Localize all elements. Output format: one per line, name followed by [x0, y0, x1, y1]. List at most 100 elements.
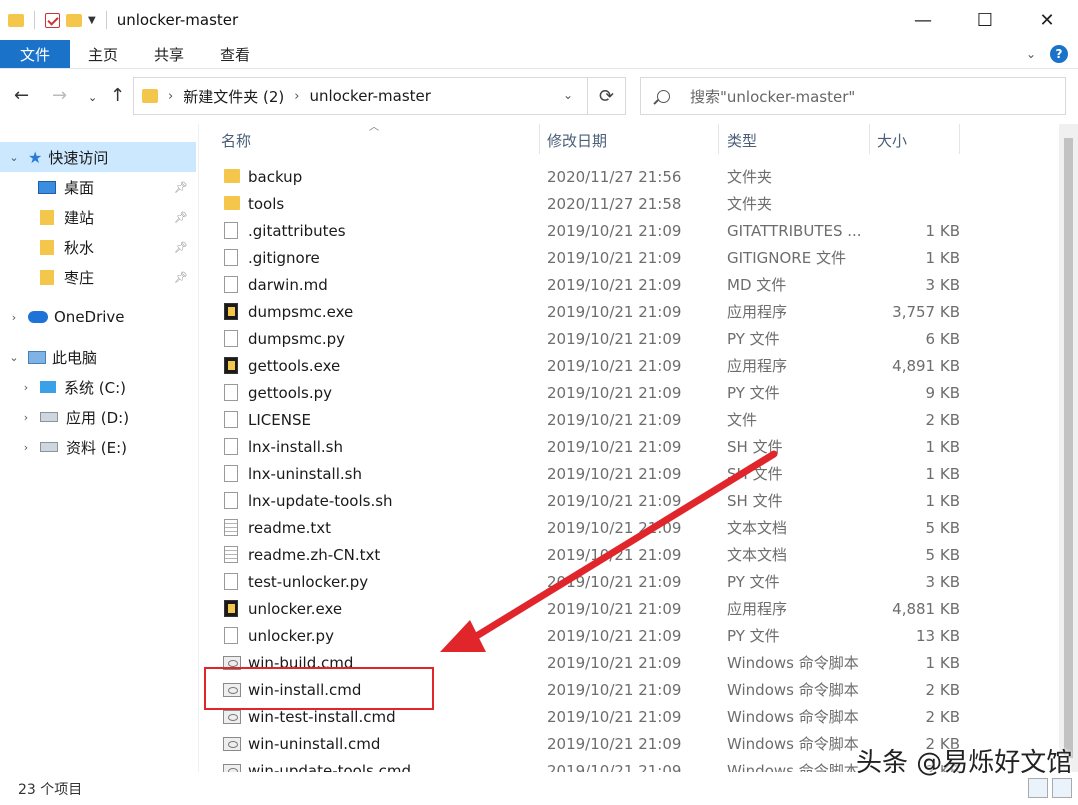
nav-drive-d[interactable]: › 应用 (D:) — [0, 402, 196, 432]
file-row[interactable]: gettools.exe 2019/10/21 21:09 应用程序 4,891 KB — [199, 352, 1059, 379]
pin-icon: 📌︎ — [174, 270, 188, 284]
file-icon — [224, 222, 238, 239]
refresh-button[interactable]: ⟳ — [588, 77, 626, 115]
column-divider[interactable] — [959, 124, 960, 154]
file-date: 2019/10/21 21:09 — [547, 356, 682, 375]
file-date: 2019/10/21 21:09 — [547, 626, 682, 645]
file-row[interactable]: readme.zh-CN.txt 2019/10/21 21:09 文本文档 5 KB — [199, 541, 1059, 568]
file-name: test-unlocker.py — [248, 572, 369, 591]
file-size: 4,891 KB — [892, 356, 960, 375]
chevron-down-icon[interactable]: ⌄ — [0, 351, 28, 364]
expand-ribbon-icon[interactable]: ⌄ — [1026, 47, 1036, 61]
file-row[interactable]: unlocker.py 2019/10/21 21:09 PY 文件 13 KB — [199, 622, 1059, 649]
nav-drive-c[interactable]: › 系统 (C:) — [0, 372, 196, 402]
file-name: backup — [248, 167, 303, 186]
forward-arrow-icon[interactable]: → — [52, 85, 67, 106]
file-row[interactable]: LICENSE 2019/10/21 21:09 文件 2 KB — [199, 406, 1059, 433]
back-arrow-icon[interactable]: ← — [14, 85, 29, 106]
title-bar: ▼ unlocker-master — ☐ ✕ — [0, 0, 1078, 40]
file-row[interactable]: lnx-uninstall.sh 2019/10/21 21:09 SH 文件 1 K… — [199, 460, 1059, 487]
file-row[interactable]: test-unlocker.py 2019/10/21 21:09 PY 文件 3 K… — [199, 568, 1059, 595]
properties-icon[interactable] — [45, 12, 60, 28]
tab-share[interactable]: 共享 — [136, 40, 202, 68]
nav-item-jianzhan[interactable]: 建站 📌︎ — [0, 202, 196, 232]
file-size: 1 KB — [925, 221, 960, 240]
address-bar[interactable]: › 新建文件夹 (2) › unlocker-master ⌄ — [133, 77, 588, 115]
up-arrow-icon[interactable]: ↑ — [110, 85, 125, 106]
vertical-scrollbar[interactable] — [1059, 124, 1078, 772]
file-row[interactable]: lnx-install.sh 2019/10/21 21:09 SH 文件 1 KB — [199, 433, 1059, 460]
windows-drive-icon — [40, 381, 56, 393]
computer-icon — [28, 350, 46, 364]
nav-label: 快速访问 — [48, 148, 109, 167]
sort-ascending-icon: ︿ — [369, 124, 379, 133]
file-row[interactable]: readme.txt 2019/10/21 21:09 文本文档 5 KB — [199, 514, 1059, 541]
search-input[interactable]: 搜索"unlocker-master" — [640, 77, 1066, 115]
column-divider[interactable] — [869, 124, 870, 154]
nav-item-zaozhuang[interactable]: 枣庄 📌︎ — [0, 262, 196, 292]
large-icons-view-icon[interactable] — [1052, 778, 1072, 798]
watermark: 头条 @易烁好文馆 — [856, 748, 1073, 778]
file-row[interactable]: darwin.md 2019/10/21 21:09 MD 文件 3 KB — [199, 271, 1059, 298]
file-row[interactable]: .gitignore 2019/10/21 21:09 GITIGNORE 文件 1 … — [199, 244, 1059, 271]
file-row[interactable]: backup 2020/11/27 21:56 文件夹 — [199, 163, 1059, 190]
column-header-name[interactable]: 名称 — [221, 130, 251, 151]
minimize-button[interactable]: — — [892, 0, 954, 40]
file-type: PY 文件 — [727, 384, 780, 402]
chevron-right-icon[interactable]: › — [0, 311, 28, 324]
file-row[interactable]: dumpsmc.py 2019/10/21 21:09 PY 文件 6 KB — [199, 325, 1059, 352]
column-header-type[interactable]: 类型 — [727, 130, 757, 151]
file-row[interactable]: unlocker.exe 2019/10/21 21:09 应用程序 4,881 KB — [199, 595, 1059, 622]
nav-quick-access[interactable]: ⌄ ★ 快速访问 — [0, 142, 196, 172]
recent-locations-icon[interactable]: ⌄ — [88, 91, 97, 104]
details-view-icon[interactable] — [1028, 778, 1048, 798]
file-date: 2019/10/21 21:09 — [547, 707, 682, 726]
chevron-right-icon[interactable]: › — [12, 381, 40, 394]
chevron-right-icon[interactable]: › — [294, 89, 299, 104]
maximize-button[interactable]: ☐ — [954, 0, 1016, 40]
file-row[interactable]: lnx-update-tools.sh 2019/10/21 21:09 SH 文件… — [199, 487, 1059, 514]
file-date: 2019/10/21 21:09 — [547, 437, 682, 456]
scrollbar-thumb[interactable] — [1064, 138, 1073, 758]
file-size: 5 KB — [925, 518, 960, 537]
file-date: 2019/10/21 21:09 — [547, 572, 682, 591]
nav-item-qiushui[interactable]: 秋水 📌︎ — [0, 232, 196, 262]
file-date: 2019/10/21 21:09 — [547, 491, 682, 510]
file-row[interactable]: .gitattributes 2019/10/21 21:09 GITATTRIBU… — [199, 217, 1059, 244]
customize-toolbar-icon[interactable]: ▼ — [88, 15, 96, 26]
file-name: win-test-install.cmd — [248, 707, 396, 726]
tab-file[interactable]: 文件 — [0, 40, 70, 68]
file-row[interactable]: dumpsmc.exe 2019/10/21 21:09 应用程序 3,757 KB — [199, 298, 1059, 325]
file-type: 文件夹 — [727, 168, 773, 186]
column-divider[interactable] — [718, 124, 719, 154]
file-name: win-update-tools.cmd — [248, 761, 411, 773]
chevron-right-icon[interactable]: › — [168, 89, 173, 104]
help-icon[interactable]: ? — [1050, 45, 1068, 63]
navigation-pane: ⌄ ★ 快速访问 桌面 📌︎ 建站 📌︎ 秋水 📌︎ 枣庄 📌︎ › OneDr… — [0, 124, 198, 772]
drive-icon — [40, 442, 58, 452]
column-header-size[interactable]: 大小 — [877, 130, 907, 151]
chevron-down-icon[interactable]: ⌄ — [0, 151, 28, 164]
tab-view[interactable]: 查看 — [202, 40, 268, 68]
file-type: PY 文件 — [727, 573, 780, 591]
file-size: 13 KB — [916, 626, 960, 645]
file-type: Windows 命令脚本 — [727, 708, 859, 726]
file-name: lnx-update-tools.sh — [248, 491, 393, 510]
file-row[interactable]: tools 2020/11/27 21:58 文件夹 — [199, 190, 1059, 217]
nav-item-desktop[interactable]: 桌面 📌︎ — [0, 172, 196, 202]
nav-this-pc[interactable]: ⌄ 此电脑 — [0, 342, 196, 372]
file-row[interactable]: gettools.py 2019/10/21 21:09 PY 文件 9 KB — [199, 379, 1059, 406]
close-button[interactable]: ✕ — [1016, 0, 1078, 40]
breadcrumb-current[interactable]: unlocker-master — [309, 87, 431, 105]
chevron-right-icon[interactable]: › — [12, 441, 40, 454]
nav-onedrive[interactable]: › OneDrive — [0, 302, 196, 332]
chevron-right-icon[interactable]: › — [12, 411, 40, 424]
new-folder-icon[interactable] — [66, 13, 82, 27]
address-row: ← → ⌄ ↑ › 新建文件夹 (2) › unlocker-master ⌄ … — [0, 68, 1078, 124]
tab-home[interactable]: 主页 — [70, 40, 136, 68]
chevron-down-icon[interactable]: ⌄ — [563, 88, 573, 102]
column-divider[interactable] — [539, 124, 540, 154]
column-header-date[interactable]: 修改日期 — [547, 130, 607, 151]
breadcrumb-parent[interactable]: 新建文件夹 (2) — [183, 86, 284, 107]
nav-drive-e[interactable]: › 资料 (E:) — [0, 432, 196, 462]
